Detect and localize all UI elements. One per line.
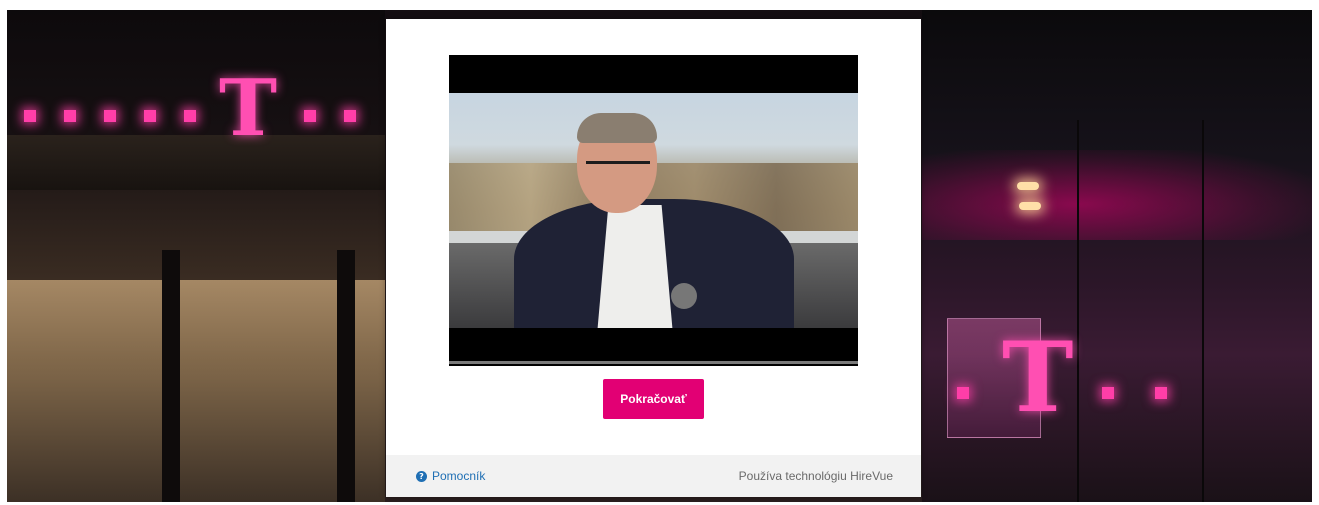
background-window-frame <box>1077 120 1079 502</box>
help-label: Pomocník <box>432 469 486 483</box>
powered-by-text: Používa technológiu HireVue <box>738 469 893 483</box>
continue-button[interactable]: Pokračovať <box>603 379 704 419</box>
help-link[interactable]: ? Pomocník <box>416 469 485 483</box>
brand-dot <box>104 110 116 122</box>
background-lamp <box>1017 182 1039 190</box>
brand-dot <box>344 110 356 122</box>
brand-dot <box>1102 387 1114 399</box>
brand-dot <box>957 387 969 399</box>
brand-dot <box>1155 387 1167 399</box>
brand-dot <box>24 110 36 122</box>
brand-dot <box>304 110 316 122</box>
video-modal: Pokračovať ? Pomocník Používa technológi… <box>386 19 921 497</box>
background-lamp <box>1019 202 1041 210</box>
brand-dot <box>144 110 156 122</box>
background-awning <box>7 135 385 190</box>
video-player[interactable] <box>449 55 858 366</box>
brand-dot <box>64 110 76 122</box>
background-window-frame <box>1202 120 1204 502</box>
background-glow <box>922 150 1312 240</box>
background-post <box>162 250 180 502</box>
modal-footer: ? Pomocník Používa technológiu HireVue <box>386 455 921 497</box>
question-circle-icon: ? <box>416 470 427 482</box>
speaker-glasses <box>586 161 650 176</box>
brand-logo-right: T <box>1002 321 1074 434</box>
video-frame[interactable] <box>449 93 858 328</box>
background-post <box>337 250 355 502</box>
speaker-hair <box>577 113 657 143</box>
speaker-shirt <box>597 205 673 328</box>
speaker-microphone <box>671 283 697 309</box>
brand-dot <box>184 110 196 122</box>
video-progress-bar[interactable] <box>449 361 858 364</box>
background-lobby-window <box>7 280 385 502</box>
brand-logo-left: T <box>219 63 278 154</box>
